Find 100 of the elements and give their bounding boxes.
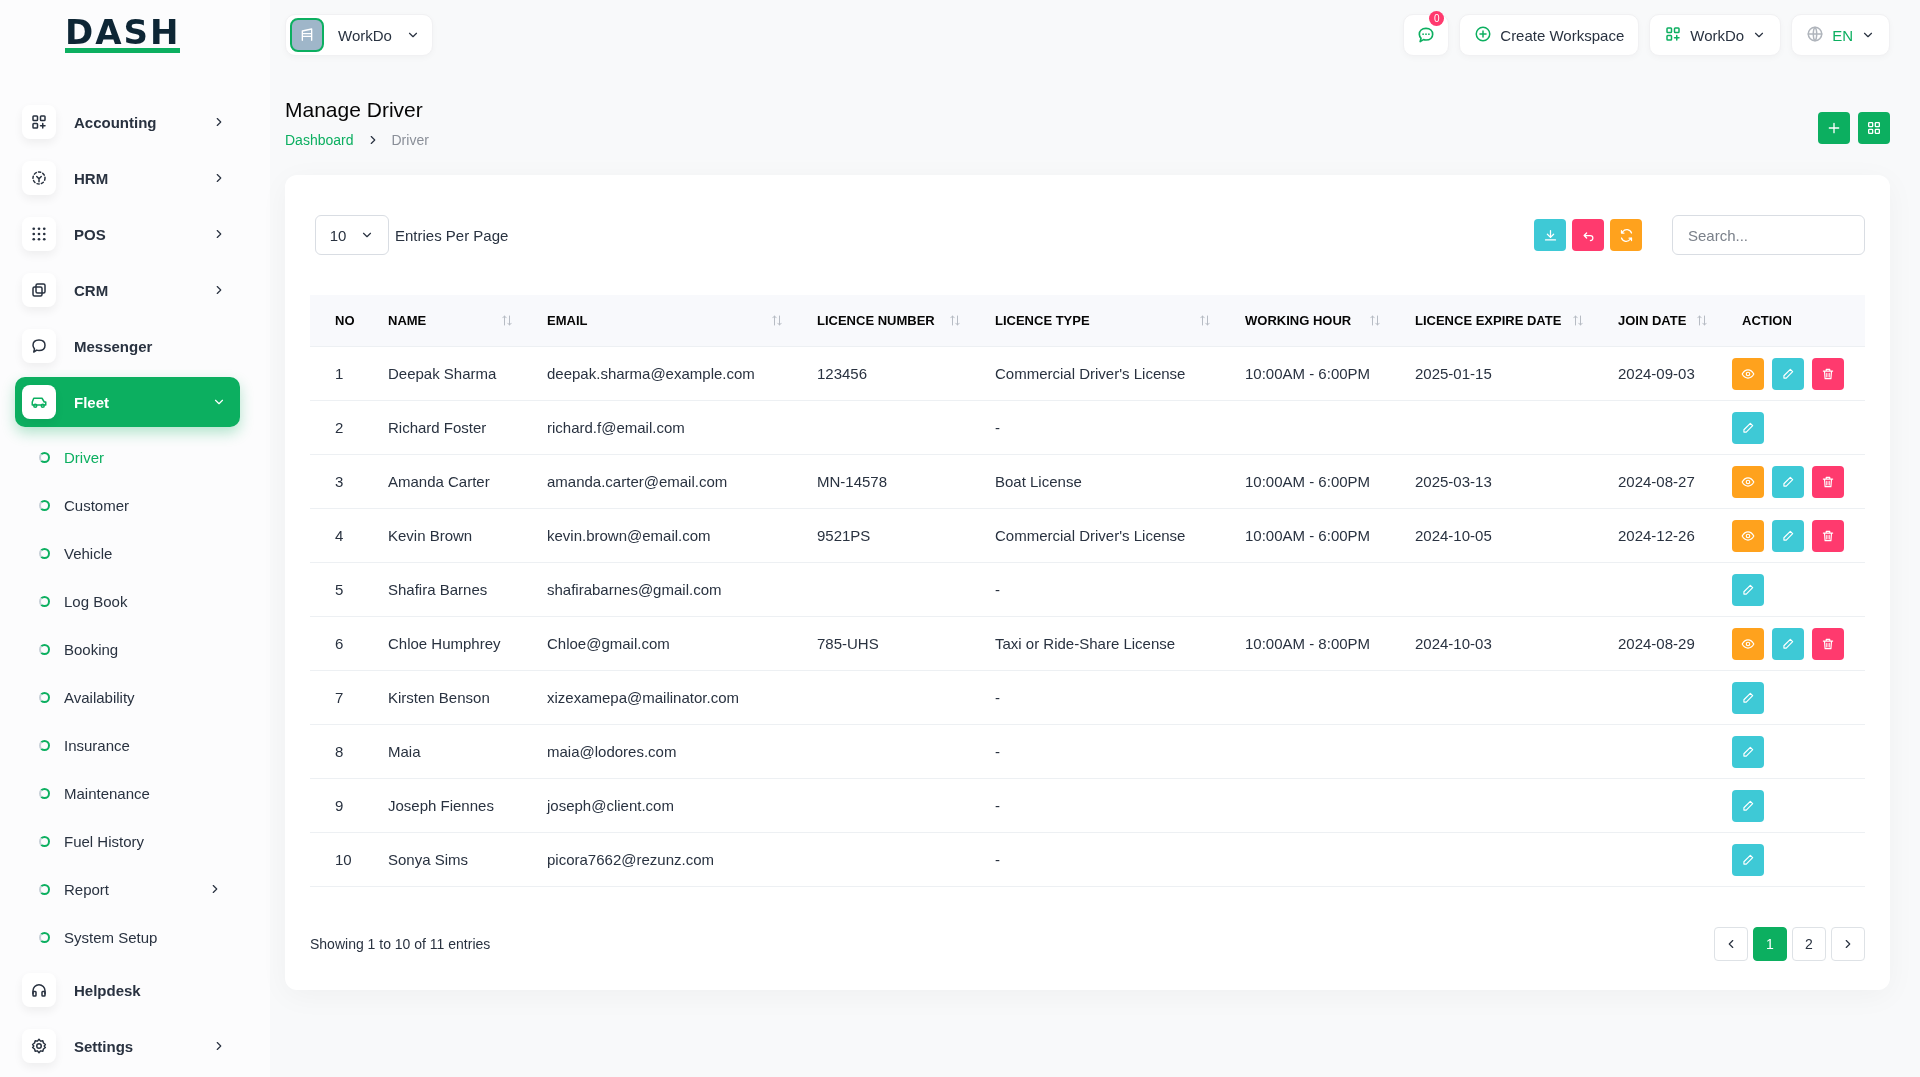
company-selector[interactable]: WorkDo	[1649, 14, 1782, 56]
sidebar-item-label: Messenger	[74, 337, 154, 355]
submenu-label: Customer	[64, 496, 131, 514]
table-cell: 9	[335, 797, 344, 814]
table-cell: xizexamepa@mailinator.com	[547, 689, 739, 706]
submenu-item[interactable]: Booking	[15, 625, 240, 673]
create-workspace-button[interactable]: Create Workspace	[1459, 14, 1640, 56]
table-cell: 2024-08-27	[1618, 473, 1695, 490]
table-cell: 10:00AM - 6:00PM	[1245, 473, 1371, 490]
submenu-item[interactable]: Availability	[15, 673, 240, 721]
table-cell: 10:00AM - 6:00PM	[1245, 527, 1371, 544]
submenu-item[interactable]: Maintenance	[15, 769, 240, 817]
table-cell: 2	[335, 419, 344, 436]
table-cell: Commercial Driver's License	[995, 527, 1186, 544]
submenu-label: Insurance	[64, 736, 131, 754]
table-cell: 785-UHS	[817, 635, 879, 652]
submenu-item[interactable]: Report	[15, 865, 240, 913]
column-header: ACTION	[1742, 313, 1792, 328]
sidebar-item-label: HRM	[74, 169, 110, 187]
table-cell: Chloe Humphrey	[388, 635, 501, 652]
column-header: WORKING HOUR	[1245, 313, 1352, 328]
table-cell: 2024-09-03	[1618, 365, 1695, 382]
submenu-item[interactable]: Fuel History	[15, 817, 240, 865]
table-cell: Commercial Driver's License	[995, 365, 1186, 382]
submenu-label: Log Book	[64, 592, 129, 610]
sidebar-item-label: Accounting	[74, 113, 158, 131]
submenu-label: Maintenance	[64, 784, 151, 802]
table-cell: -	[995, 581, 1000, 598]
table-cell: picora7662@rezunz.com	[547, 851, 714, 868]
column-header: NAME	[388, 313, 427, 328]
search-field[interactable]: Search...	[1672, 215, 1865, 255]
page-title: Manage Driver	[285, 98, 424, 122]
sidebar-item[interactable]: Helpdesk	[15, 965, 240, 1015]
sidebar-item[interactable]: HRM	[15, 153, 240, 203]
table-cell: 9521PS	[817, 527, 871, 544]
entries-summary: Showing 1 to 10 of 11 entries	[310, 936, 491, 952]
table-cell: Taxi or Ride-Share License	[995, 635, 1176, 652]
table-cell: Richard Foster	[388, 419, 487, 436]
sidebar-item[interactable]: Messenger	[15, 321, 240, 371]
table-cell: 10:00AM - 6:00PM	[1245, 365, 1371, 382]
table-cell: Deepak Sharma	[388, 365, 497, 382]
submenu-label: Report	[64, 880, 111, 898]
table-cell: -	[995, 797, 1000, 814]
submenu-label: Availability	[64, 688, 136, 706]
submenu-item[interactable]: Customer	[15, 481, 240, 529]
sidebar-item-label: Fleet	[74, 393, 110, 411]
submenu-label: Vehicle	[64, 544, 114, 562]
table-cell: shafirabarnes@gmail.com	[547, 581, 722, 598]
column-header: LICENCE NUMBER	[817, 313, 935, 328]
table-cell: Boat License	[995, 473, 1082, 490]
workspace-selector[interactable]: WorkDo	[285, 14, 433, 56]
table-cell: 10	[335, 851, 352, 868]
sidebar-item-label: POS	[74, 225, 107, 243]
table-cell: -	[995, 689, 1000, 706]
logo: DASH	[65, 17, 181, 53]
column-header: LICENCE TYPE	[995, 313, 1090, 328]
submenu-item[interactable]: Vehicle	[15, 529, 240, 577]
sidebar-item[interactable]: CRM	[15, 265, 240, 315]
table-cell: kevin.brown@email.com	[547, 527, 711, 544]
sidebar-item[interactable]: POS	[15, 209, 240, 259]
submenu-item[interactable]: System Setup	[15, 913, 240, 961]
table-cell: -	[995, 419, 1000, 436]
table-cell: joseph@client.com	[547, 797, 674, 814]
table-cell: -	[995, 743, 1000, 760]
table-cell: richard.f@email.com	[547, 419, 685, 436]
column-header: LICENCE EXPIRE DATE	[1415, 313, 1562, 328]
submenu-item[interactable]: Log Book	[15, 577, 240, 625]
table-cell: 1	[335, 365, 344, 382]
notification-count: 0	[1429, 11, 1445, 26]
table-cell: Sonya Sims	[388, 851, 469, 868]
entries-label: Entries Per Page	[395, 226, 509, 244]
table-cell: 2025-01-15	[1415, 365, 1492, 382]
sidebar-item-label: Helpdesk	[74, 981, 142, 999]
sidebar-item-label: Settings	[74, 1037, 135, 1055]
column-header: NO	[335, 313, 355, 328]
column-header: EMAIL	[547, 313, 588, 328]
sidebar-item[interactable]: Settings	[15, 1021, 240, 1071]
submenu-label: System Setup	[64, 928, 159, 946]
table-cell: 8	[335, 743, 344, 760]
breadcrumb-current: Driver	[391, 132, 429, 148]
table-cell: 2025-03-13	[1415, 473, 1492, 490]
table-cell: 6	[335, 635, 344, 652]
table-cell: MN-14578	[817, 473, 888, 490]
table-cell: Maia	[388, 743, 421, 760]
submenu-label: Driver	[64, 448, 105, 466]
sidebar-item-label: CRM	[74, 281, 110, 299]
page-button[interactable]: 2	[1792, 927, 1826, 961]
table-cell: Kirsten Benson	[388, 689, 490, 706]
submenu-label: Booking	[64, 640, 120, 658]
submenu-item[interactable]: Insurance	[15, 721, 240, 769]
table-cell: Chloe@gmail.com	[547, 635, 670, 652]
table-cell: 7	[335, 689, 344, 706]
table-cell: 2024-08-29	[1618, 635, 1695, 652]
table-cell: 2024-10-05	[1415, 527, 1492, 544]
sidebar-item[interactable]: Accounting	[15, 97, 240, 147]
table-cell: 2024-10-03	[1415, 635, 1492, 652]
entries-select[interactable]: 10	[315, 215, 389, 255]
table-cell: amanda.carter@email.com	[547, 473, 728, 490]
submenu-label: Fuel History	[64, 832, 146, 850]
table-cell: Shafira Barnes	[388, 581, 488, 598]
